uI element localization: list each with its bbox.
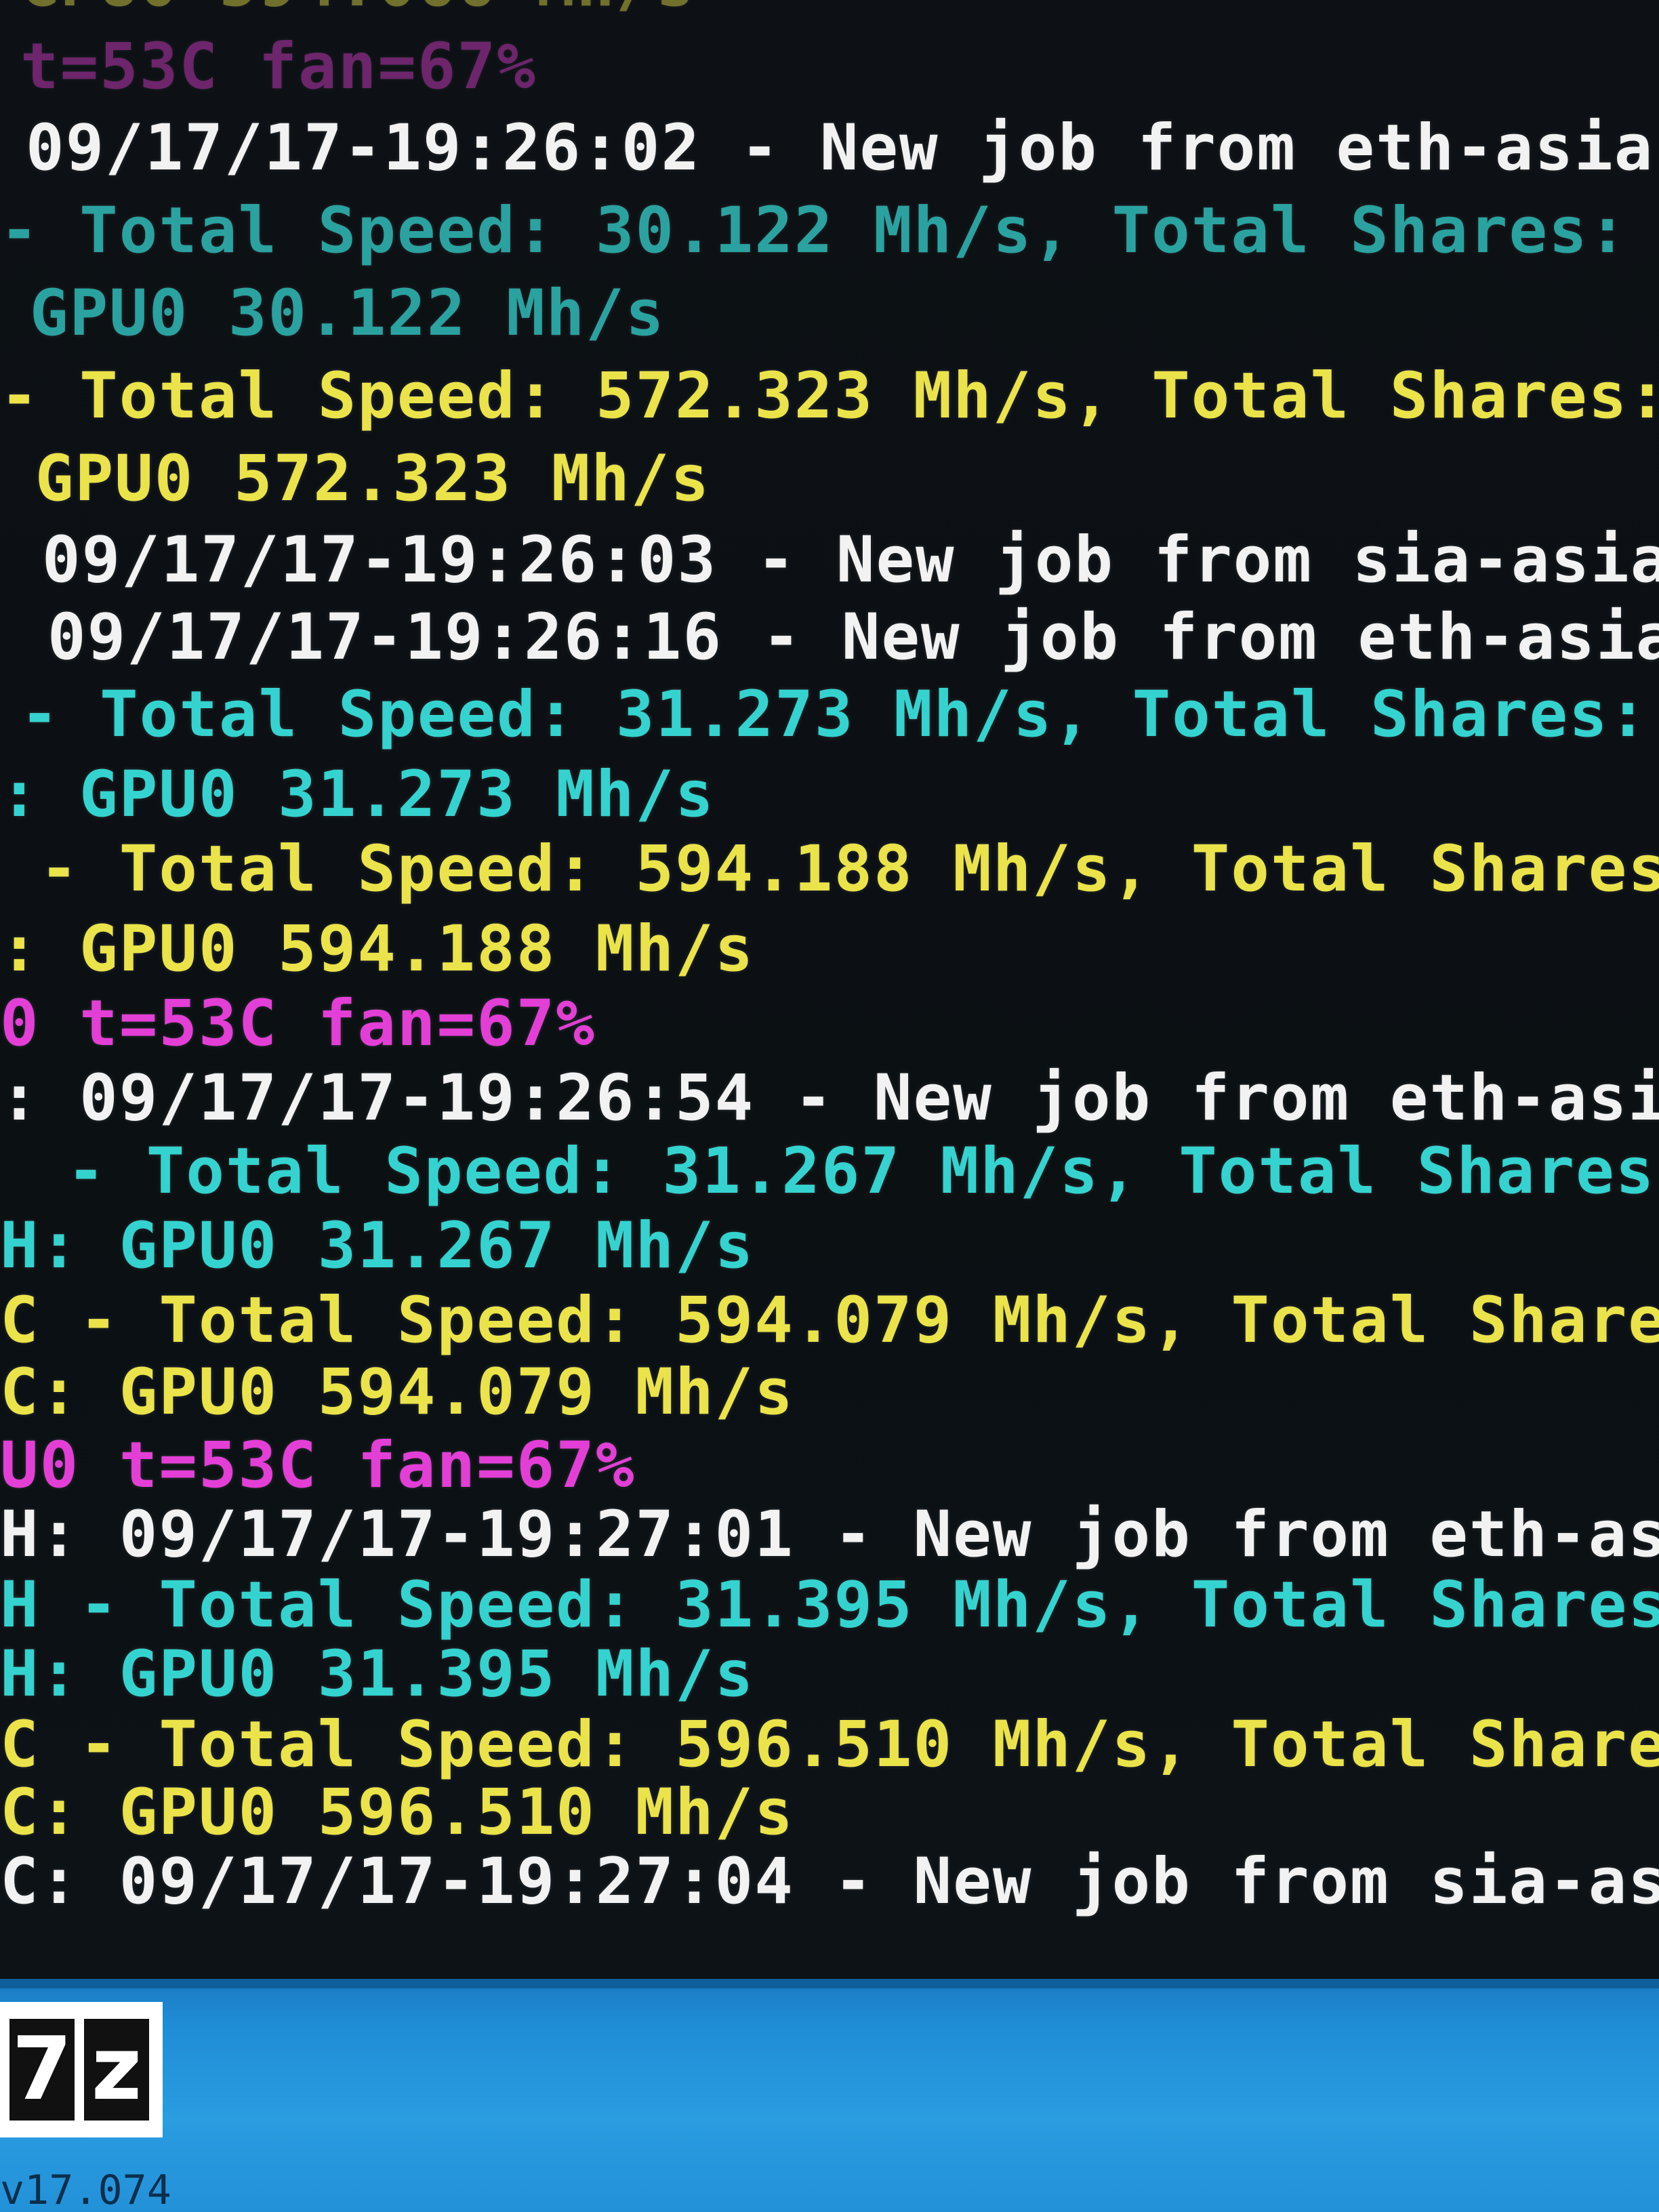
log-line: - Total Speed: 31.273 Mh/s, Total Shares… bbox=[20, 678, 1659, 752]
log-line: 09/17/17-19:26:16 - New job from eth-asi… bbox=[47, 600, 1659, 674]
log-line: - Total Speed: 594.188 Mh/s, Total Share… bbox=[0, 832, 1659, 906]
log-line: H: GPU0 31.267 Mh/s bbox=[0, 1209, 755, 1283]
log-line: - Total Speed: 31.267 Mh/s, Total Shares… bbox=[27, 1134, 1659, 1208]
log-line: C - Total Speed: 594.079 Mh/s, Total Sha… bbox=[0, 1284, 1659, 1357]
log-line: 09/17/17-19:26:03 - New job from sia-asi… bbox=[42, 523, 1659, 597]
log-line: GPU0 594.066 Mh/s bbox=[20, 0, 695, 22]
log-line: U0 t=53C fan=67% bbox=[0, 1429, 636, 1502]
log-line: H: 09/17/17-19:27:01 - New job from eth-… bbox=[0, 1498, 1659, 1572]
log-line: C: GPU0 596.510 Mh/s bbox=[0, 1776, 794, 1849]
log-line: 09/17/17-19:26:02 - New job from eth-asi… bbox=[26, 111, 1654, 185]
log-line: - Total Speed: 30.122 Mh/s, Total Shares… bbox=[0, 194, 1659, 268]
log-line: H - Total Speed: 31.395 Mh/s, Total Shar… bbox=[0, 1568, 1659, 1642]
log-line: t=53C fan=67% bbox=[20, 30, 537, 104]
log-line: - Total Speed: 572.323 Mh/s, Total Share… bbox=[0, 359, 1659, 433]
7z-icon-letter-z: z bbox=[84, 2019, 149, 2121]
log-line: : 09/17/17-19:26:54 - New job from eth-a… bbox=[0, 1061, 1659, 1135]
log-line: GPU0 30.122 Mh/s bbox=[30, 276, 665, 350]
log-line: C: 09/17/17-19:27:04 - New job from sia-… bbox=[0, 1845, 1659, 1919]
7z-icon[interactable]: 7 z bbox=[0, 2002, 163, 2137]
log-line: : GPU0 31.273 Mh/s bbox=[0, 758, 715, 832]
log-line: GPU0 572.323 Mh/s bbox=[35, 442, 711, 516]
log-line: C: GPU0 594.079 Mh/s bbox=[0, 1355, 794, 1429]
terminal-window[interactable]: GPU0 594.066 Mh/s t=53C fan=67% 09/17/17… bbox=[0, 0, 1659, 1979]
version-label: v17.074 bbox=[0, 2167, 171, 2212]
log-line: C - Total Speed: 596.510 Mh/s, Total Sha… bbox=[0, 1708, 1659, 1782]
log-line: 0 t=53C fan=67% bbox=[0, 987, 596, 1061]
taskbar: 7 z v17.074 bbox=[0, 1979, 1659, 2212]
log-line: H: GPU0 31.395 Mh/s bbox=[0, 1637, 755, 1711]
7z-icon-letter-7: 7 bbox=[9, 2019, 75, 2121]
log-line: : GPU0 594.188 Mh/s bbox=[0, 912, 755, 986]
taskbar-border bbox=[0, 1979, 1659, 1988]
